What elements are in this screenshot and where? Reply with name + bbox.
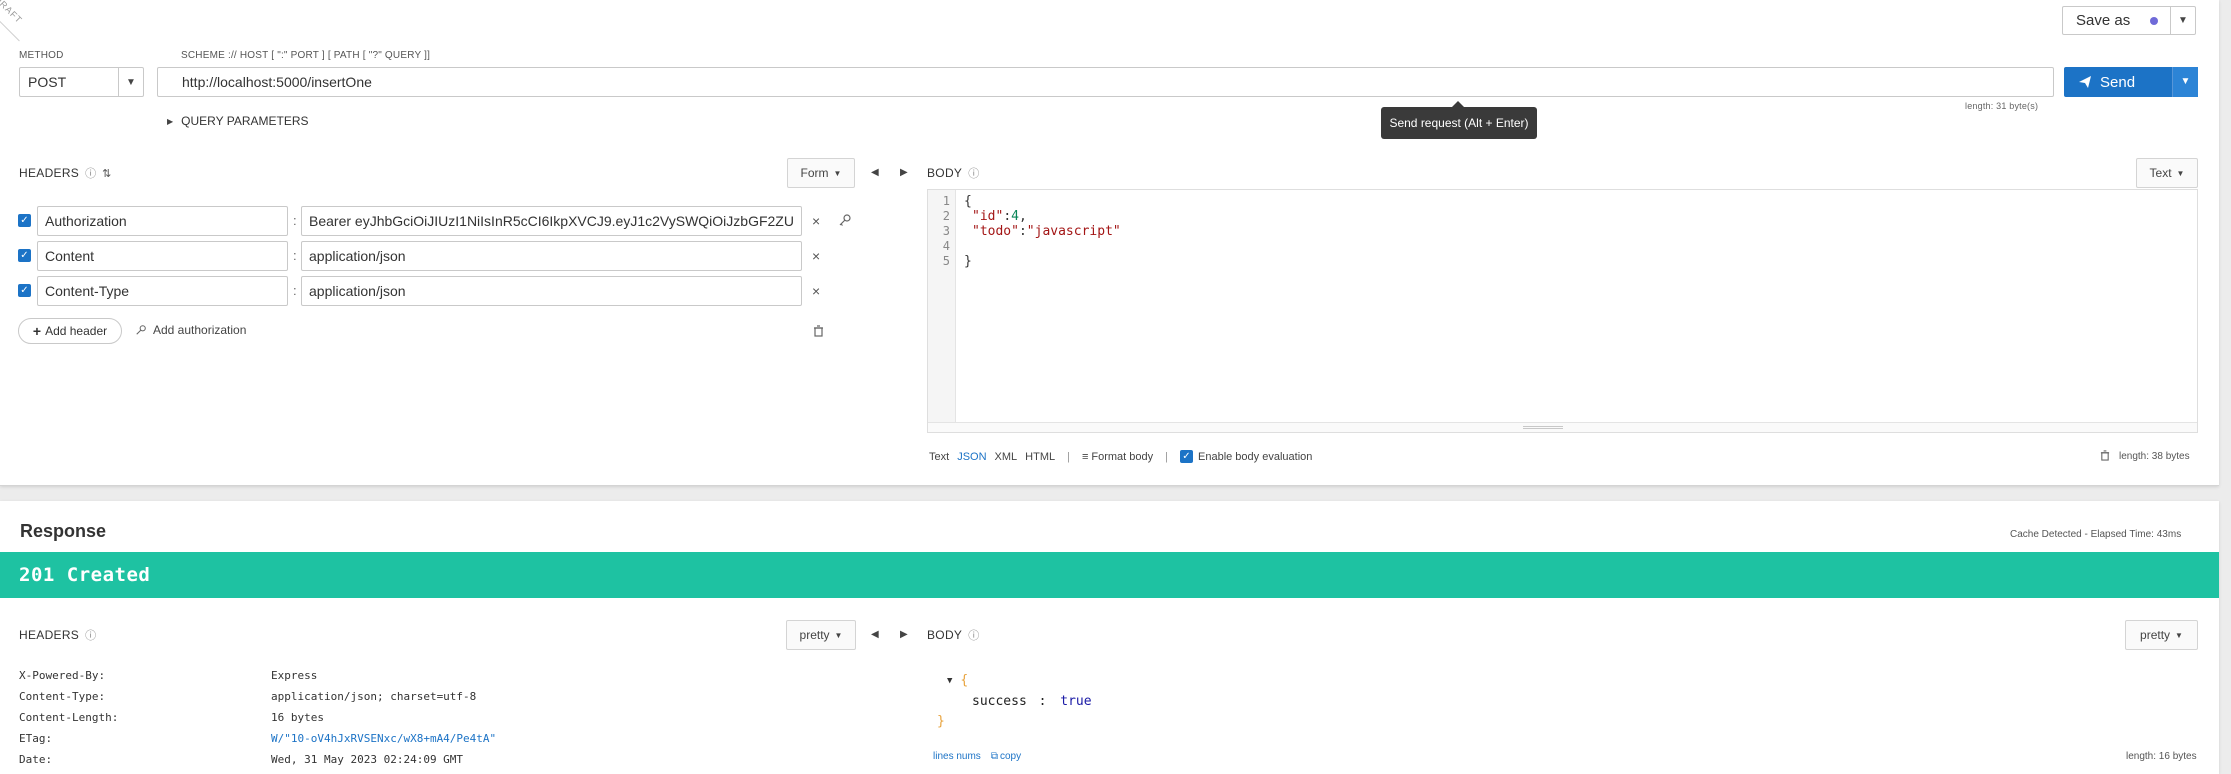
chevron-down-icon[interactable]: ▼ [2173,67,2198,97]
response-header-key: Date: [19,753,53,766]
response-header-key: ETag: [19,732,53,745]
response-header-value[interactable]: W/"10-oV4hJxRVSENxc/wX8+mA4/Pe4tA" [271,732,496,745]
url-hint-label: SCHEME :// HOST [ ":" PORT ] [ PATH [ "?… [181,50,431,61]
plus-icon: + [32,323,42,339]
response-body-title: BODY ⓘ [927,628,980,642]
response-header-key: Content-Length: [19,711,119,724]
response-header-value: Express [271,669,318,682]
collapse-left-icon[interactable]: ◀ [871,629,879,640]
line-nums-toggle[interactable]: lines nums [933,751,981,762]
format-body-button[interactable]: ≡ Format body [1082,451,1153,463]
header-key-input[interactable]: Content-Type [37,276,288,306]
response-headers-title: HEADERS ⓘ [19,628,97,642]
close-icon[interactable]: × [812,248,820,264]
chevron-down-icon: ▼ [833,168,842,178]
send-label: Send [2100,73,2136,91]
save-as-button[interactable]: Save as ▼ [2062,6,2196,35]
body-length: length: 38 bytes [2119,451,2190,462]
header-value-input[interactable]: Bearer eyJhbGciOiJIUzI1NiIsInR5cCI6IkpXV… [301,206,802,236]
copy-icon: ⧉ [990,751,998,762]
collapse-right-icon[interactable]: ▶ [900,629,908,640]
response-body-length: length: 16 bytes [2126,751,2197,762]
chevron-down-icon: ▼ [2175,630,2183,640]
close-icon[interactable]: × [812,213,820,229]
json-close-brace: } [937,714,945,729]
save-as-label: Save as [2076,12,2131,29]
response-body-mode-dropdown[interactable]: pretty ▼ [2125,620,2198,650]
add-authorization-link[interactable]: Add authorization [135,323,246,337]
header-row-checkbox[interactable]: ✓ [18,284,31,297]
info-icon: ⓘ [968,168,980,180]
info-icon: ⓘ [85,630,97,642]
trash-icon[interactable] [813,325,824,337]
header-key-input[interactable]: Authorization [37,206,288,236]
header-key-input[interactable]: Content [37,241,288,271]
format-text[interactable]: Text [929,451,949,463]
format-xml[interactable]: XML [995,451,1018,463]
body-format-bar: Text JSON XML HTML | ≡ Format body | ✓ E… [929,450,1313,463]
header-row-checkbox[interactable]: ✓ [18,214,31,227]
info-icon: ⓘ [85,168,97,180]
collapse-json-icon[interactable]: ▼ [947,676,952,686]
response-header-key: X-Powered-By: [19,669,106,682]
query-params-label: QUERY PARAMETERS [181,114,309,128]
method-select[interactable]: POST ▼ [19,67,144,97]
response-meta: Cache Detected - Elapsed Time: 43ms [2010,529,2182,540]
url-input[interactable] [157,67,2054,97]
headers-section-title: HEADERS ⓘ ⇅ [19,166,112,180]
method-label: METHOD [19,50,64,61]
key-icon[interactable] [838,213,852,227]
enable-eval-checkbox[interactable]: ✓ Enable body evaluation [1180,450,1312,463]
send-tooltip: Send request (Alt + Enter) [1381,101,1537,139]
caret-right-icon: ▶ [167,116,174,126]
align-left-icon: ≡ [1081,450,1089,463]
query-params-toggle[interactable]: ▶ QUERY PARAMETERS [167,114,309,128]
json-open-line: ▼ { [947,673,969,688]
code-line: "todo":"javascript" [972,224,1121,239]
response-headers-mode-dropdown[interactable]: pretty ▼ [786,620,856,650]
header-row-checkbox[interactable]: ✓ [18,249,31,262]
status-bar: 201 Created [0,552,2219,598]
info-icon: ⓘ [968,630,980,642]
collapse-left-icon[interactable]: ◀ [871,167,879,178]
response-title: Response [20,521,107,541]
paper-plane-icon [2079,76,2091,88]
editor-resize-handle[interactable] [928,422,2197,432]
response-header-key: Content-Type: [19,690,106,703]
response-header-value: application/json; charset=utf-8 [271,690,477,703]
format-json[interactable]: JSON [957,451,986,463]
body-section-title: BODY ⓘ [927,166,980,180]
chevron-down-icon: ▼ [834,630,843,640]
header-value-input[interactable]: application/json [301,276,802,306]
chevron-down-icon[interactable]: ▼ [2171,15,2195,26]
code-line: { [964,194,972,209]
chevron-down-icon: ▼ [126,76,136,88]
sort-icon[interactable]: ⇅ [102,167,111,180]
response-header-value: 16 bytes [271,711,324,724]
request-panel: DRAFT Save as ▼ METHOD SCHEME :// HOST [… [0,0,2219,486]
code-line: "id":4, [972,209,1027,224]
send-button[interactable]: Send ▼ [2064,67,2198,97]
headers-mode-dropdown[interactable]: Form ▼ [787,158,855,188]
collapse-right-icon[interactable]: ▶ [900,167,908,178]
copy-button[interactable]: ⧉ copy [991,751,1021,762]
header-value-input[interactable]: application/json [301,241,802,271]
response-body-footer: lines nums ⧉ copy [933,751,1021,762]
draft-ribbon: DRAFT [0,0,48,42]
code-line: } [964,254,972,269]
format-html[interactable]: HTML [1025,451,1055,463]
response-header-value: Wed, 31 May 2023 02:24:09 GMT [271,753,464,766]
unsaved-dot-icon [2150,16,2158,25]
body-mode-dropdown[interactable]: Text ▼ [2136,158,2198,188]
body-editor[interactable]: 1 2 3 4 5 { "id":4, "todo":"javascript" … [927,189,2198,433]
trash-icon[interactable] [2100,450,2110,461]
json-property: success : true [972,694,1092,709]
method-value: POST [28,74,67,90]
url-length: length: 31 byte(s) [1965,101,2039,111]
key-icon [136,325,146,335]
chevron-down-icon: ▼ [2176,168,2185,178]
close-icon[interactable]: × [812,283,820,299]
add-header-button[interactable]: + Add header [18,318,122,344]
